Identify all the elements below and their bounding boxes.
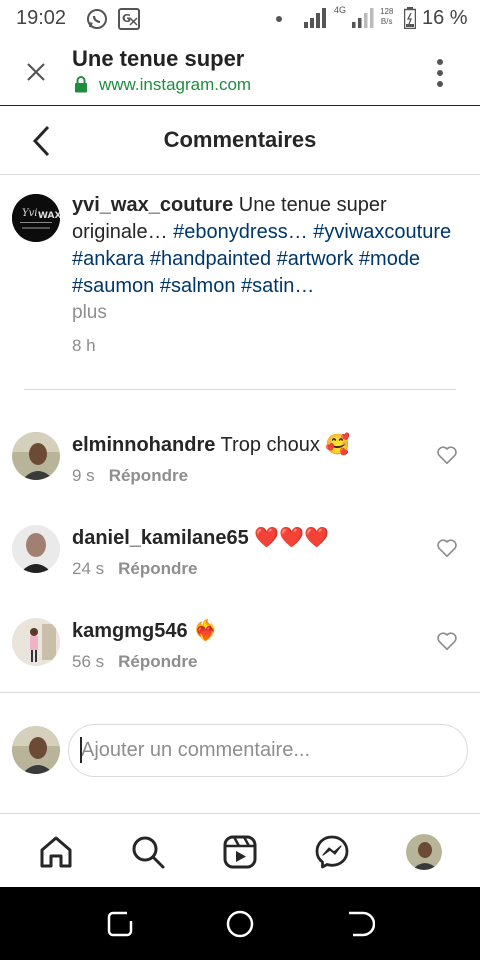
svg-text:Yvi: Yvi [22, 208, 37, 219]
comment-time: 9 s [72, 466, 95, 485]
caption-divider [24, 389, 456, 390]
messenger-icon[interactable] [314, 834, 350, 870]
comment-text: elminnohandre Trop choux 🥰 [72, 432, 350, 457]
hashtag[interactable]: #salmon [160, 275, 236, 297]
comment-body: Trop choux [215, 434, 326, 456]
hashtag[interactable]: #handpainted [150, 248, 271, 270]
back-button-icon[interactable] [345, 909, 375, 939]
hashtag[interactable]: #artwork [277, 248, 354, 270]
comment-time: 24 s [72, 559, 105, 578]
caption-timestamp: 8 h [72, 336, 96, 355]
translate-icon: G [118, 8, 140, 30]
signal-icon [304, 8, 326, 28]
compose-divider [0, 692, 480, 693]
avatar[interactable] [12, 432, 60, 480]
whatsapp-icon [87, 9, 107, 29]
avatar[interactable] [12, 618, 60, 666]
comment-time: 56 s [72, 652, 105, 671]
profile-avatar[interactable] [406, 834, 442, 870]
comment-item: elminnohandre Trop choux 🥰 9 s Répondre [0, 432, 480, 512]
comment-username[interactable]: daniel_kamilane65 [72, 527, 249, 549]
battery-percent: 16 % [422, 7, 468, 29]
comment-meta: 9 s Répondre [72, 466, 188, 486]
comment-username[interactable]: kamgmg546 [72, 620, 188, 642]
avatar[interactable] [12, 525, 60, 573]
reply-button[interactable]: Répondre [109, 466, 188, 485]
caption-text: yvi_wax_couture Une tenue super original… [72, 192, 468, 300]
home-icon[interactable] [38, 834, 74, 870]
heart-outline-icon[interactable] [436, 444, 458, 466]
speed-unit: B/s [380, 17, 393, 26]
comment-input[interactable] [68, 724, 468, 777]
signal-icon-secondary [352, 8, 374, 28]
lock-icon [75, 76, 87, 93]
avatar [12, 726, 60, 774]
hashtag[interactable]: #mode [359, 248, 420, 270]
more-options-icon[interactable] [428, 58, 452, 88]
comment-meta: 24 s Répondre [72, 559, 197, 579]
browser-toolbar: Une tenue super www.instagram.com [0, 40, 480, 106]
comment-emoji: ❤️‍🔥 [193, 620, 219, 642]
reels-icon[interactable] [222, 834, 258, 870]
home-button-icon[interactable] [225, 909, 255, 939]
comment-item: kamgmg546 ❤️‍🔥 56 s Répondre [0, 618, 480, 698]
system-nav-bar [0, 887, 480, 960]
comment-emoji: 🥰 [325, 434, 351, 456]
hashtag[interactable]: #satin… [241, 275, 314, 297]
page-title: Commentaires [163, 127, 317, 152]
notification-dot [276, 16, 282, 22]
hashtag[interactable]: #saumon [72, 275, 154, 297]
svg-text:WAX: WAX [38, 211, 60, 221]
status-time: 19:02 [16, 7, 67, 29]
comment-username[interactable]: elminnohandre [72, 434, 215, 456]
browser-page-title: Une tenue super [72, 46, 245, 71]
hashtag[interactable]: #yviwaxcouture [313, 221, 451, 243]
comment-text: kamgmg546 ❤️‍🔥 [72, 618, 218, 643]
comment-composer [0, 716, 480, 782]
comments-header: Commentaires [0, 107, 480, 175]
caption-more-link[interactable]: plus [72, 302, 107, 324]
reply-button[interactable]: Répondre [118, 652, 197, 671]
network-speed: 128 B/s [380, 7, 393, 27]
text-caret [80, 737, 82, 763]
recent-apps-icon[interactable] [105, 909, 135, 939]
battery-icon [404, 7, 416, 29]
comment-emoji: ❤️❤️❤️ [254, 527, 330, 549]
close-icon[interactable] [24, 60, 48, 84]
comment-text: daniel_kamilane65 ❤️❤️❤️ [72, 525, 329, 550]
caption-username[interactable]: yvi_wax_couture [72, 194, 233, 216]
status-bar: 19:02 G 4G 128 B/s 16 % [0, 0, 480, 40]
search-icon[interactable] [130, 834, 166, 870]
hashtag[interactable]: #ankara [72, 248, 144, 270]
hashtag[interactable]: #ebonydress… [173, 221, 308, 243]
heart-outline-icon[interactable] [436, 537, 458, 559]
speed-value: 128 [380, 7, 394, 16]
comment-item: daniel_kamilane65 ❤️❤️❤️ 24 s Répondre [0, 525, 480, 605]
browser-url[interactable]: www.instagram.com [99, 75, 251, 95]
avatar[interactable]: Yvi WAX [12, 194, 60, 242]
comment-meta: 56 s Répondre [72, 652, 197, 672]
bottom-tab-bar [0, 813, 480, 887]
reply-button[interactable]: Répondre [118, 559, 197, 578]
network-type: 4G [334, 5, 347, 15]
heart-outline-icon[interactable] [436, 630, 458, 652]
